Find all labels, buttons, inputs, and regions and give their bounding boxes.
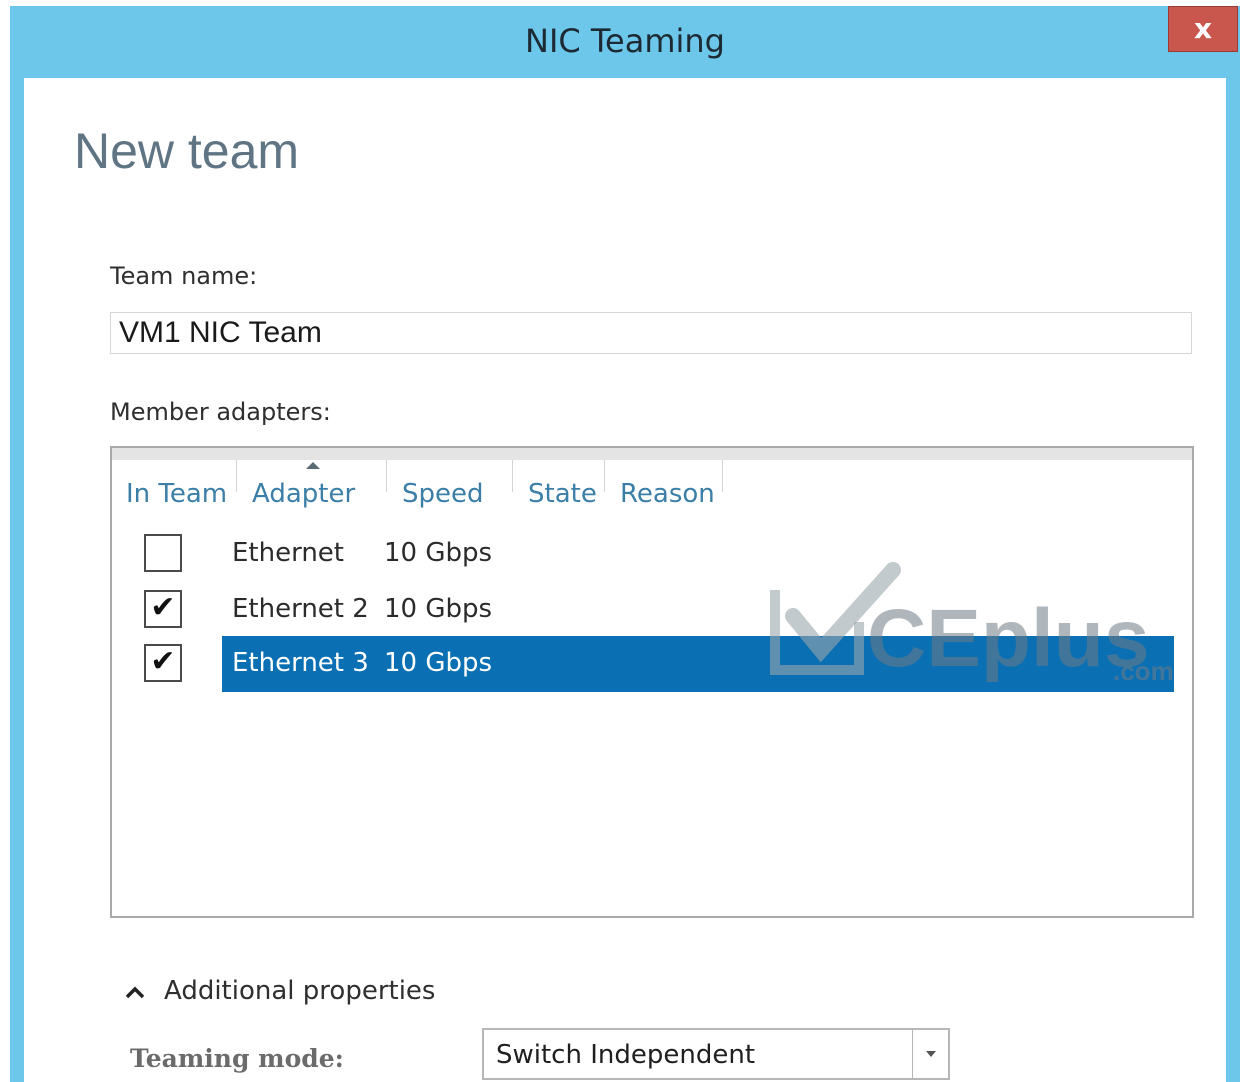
team-name-input[interactable] [110,312,1192,354]
teaming-mode-value: Switch Independent [496,1040,756,1070]
dialog-content: New team Team name: Member adapters: In … [24,78,1226,1082]
list-header-strip [112,448,1192,460]
chevron-up-icon [125,986,145,999]
member-adapters-label: Member adapters: [110,398,331,426]
adapter-name: Ethernet 3 [232,648,369,678]
column-separator [512,460,513,492]
select-divider [912,1030,913,1078]
adapter-speed: 10 Gbps [384,594,493,624]
title-bar: NIC Teaming x [10,6,1240,78]
table-row[interactable]: ✔ Ethernet 2 10 Gbps [112,582,1192,636]
adapter-name: Ethernet 2 [232,594,369,624]
teaming-mode-select[interactable]: Switch Independent [482,1028,950,1080]
adapter-speed: 10 Gbps [384,648,493,678]
column-header-speed[interactable]: Speed [402,472,484,524]
column-separator [604,460,605,492]
teaming-mode-label: Teaming mode: [130,1044,344,1073]
column-separator [386,460,387,492]
in-team-checkbox-checked[interactable]: ✔ [144,644,182,682]
close-icon: x [1193,12,1213,45]
additional-properties-label: Additional properties [164,976,436,1006]
adapter-speed: 10 Gbps [384,538,493,568]
column-header-adapter[interactable]: Adapter [252,472,355,524]
page-title: New team [74,123,300,179]
sort-ascending-icon [306,462,320,469]
nic-teaming-window: NIC Teaming x New team Team name: Member… [10,6,1240,1082]
column-header-state[interactable]: State [528,472,597,524]
member-adapters-list[interactable]: In Team Adapter Speed State Reason Ether… [110,446,1194,918]
in-team-checkbox-checked[interactable]: ✔ [144,590,182,628]
close-button[interactable]: x [1168,6,1238,52]
chevron-down-icon[interactable] [926,1051,936,1057]
window-title: NIC Teaming [525,22,725,60]
table-row[interactable]: Ethernet 10 Gbps [112,526,1192,580]
in-team-checkbox[interactable] [144,534,182,572]
team-name-label: Team name: [110,262,258,290]
column-header-reason[interactable]: Reason [620,472,715,524]
column-separator [722,460,723,492]
adapter-name: Ethernet [232,538,344,568]
table-row-selected[interactable]: ✔ Ethernet 3 10 Gbps [112,636,1192,692]
column-separator [236,460,237,492]
column-header-in-team[interactable]: In Team [126,472,227,524]
